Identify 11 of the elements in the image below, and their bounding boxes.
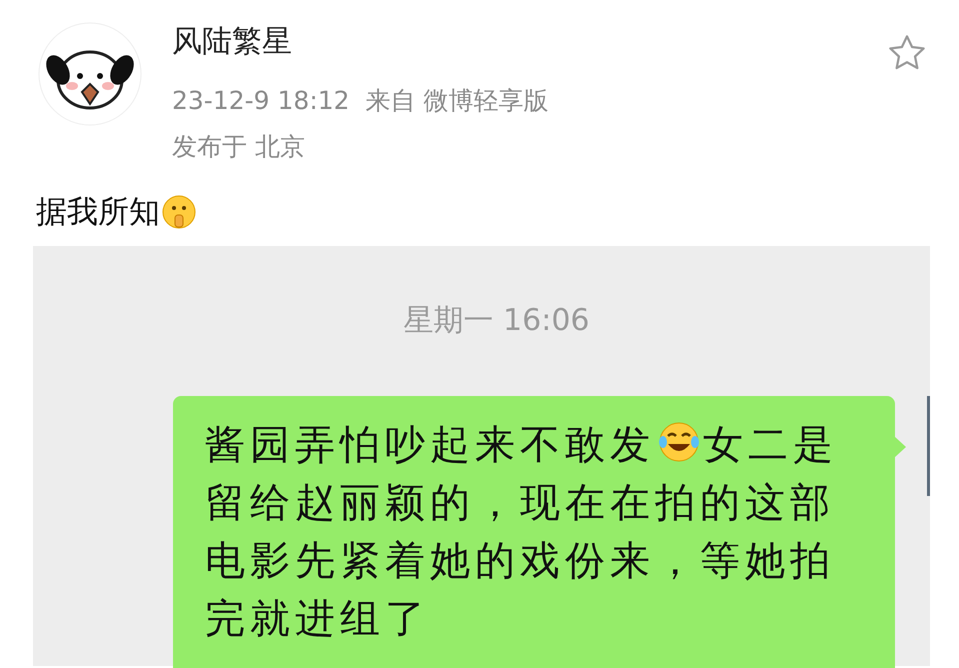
post-source: 来自 微博轻享版	[366, 85, 549, 117]
chat-timestamp: 星期一 16:06	[402, 302, 590, 340]
post-location: 发布于 北京	[172, 131, 306, 163]
author-name[interactable]: 风陆繁星	[172, 22, 549, 62]
post-text: 据我所知	[36, 193, 160, 232]
shushing-face-icon	[162, 195, 196, 229]
laughing-tears-icon	[657, 420, 701, 464]
message-text: 女二是	[703, 422, 838, 468]
post-time: 23-12-9 18:12	[172, 85, 350, 117]
message-text: 酱园弄怕吵起来不敢发	[205, 422, 655, 468]
message-text: 留给赵丽颖的，现在在拍的这部电影先紧着她的戏份来，等她拍完就进组了	[205, 479, 836, 644]
